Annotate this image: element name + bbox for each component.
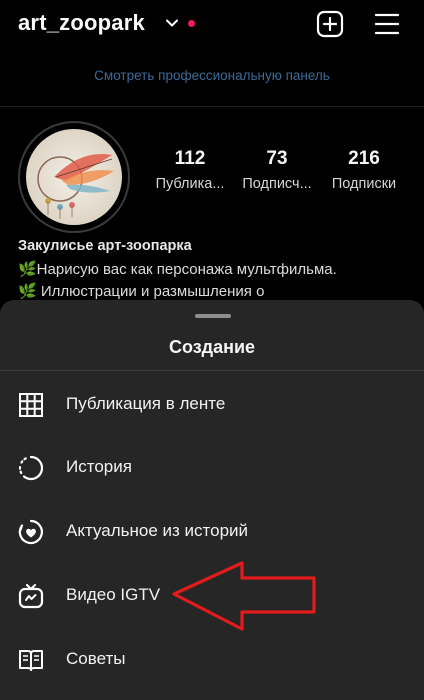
menu-item-label: Советы — [66, 649, 126, 668]
menu-item-feed-post[interactable]: Публикация в ленте — [0, 374, 424, 434]
grid-icon — [19, 393, 43, 417]
bio-name: Закулисье арт-зоопарка — [18, 238, 192, 254]
stat-posts[interactable]: 112 Публика... — [150, 148, 230, 192]
plus-square-icon[interactable] — [316, 10, 344, 38]
menu-item-highlights[interactable]: Актуальное из историй — [0, 501, 424, 561]
igtv-icon — [18, 583, 44, 609]
divider — [0, 106, 424, 107]
avatar[interactable] — [18, 121, 130, 233]
stat-following[interactable]: 216 Подписки — [322, 148, 406, 192]
menu-item-label: Публикация в ленте — [66, 394, 226, 413]
stat-following-label: Подписки — [331, 176, 397, 192]
notification-dot — [188, 20, 195, 27]
guide-book-icon — [19, 650, 43, 671]
story-circle-icon — [18, 455, 44, 481]
menu-item-label: Актуальное из историй — [66, 521, 249, 540]
stat-posts-label: Публика... — [155, 176, 225, 192]
menu-item-guides[interactable]: Советы — [0, 629, 424, 689]
create-bottom-sheet: Создание Публикация в ленте История Акту… — [0, 300, 424, 700]
annotation-arrow — [172, 561, 316, 631]
stat-followers-label: Подписч... — [242, 176, 312, 192]
highlight-heart-icon — [18, 519, 43, 545]
hamburger-menu-icon[interactable] — [373, 10, 401, 38]
profile-username[interactable]: art_zoopark — [18, 10, 145, 36]
stat-followers-value: 73 — [266, 148, 288, 169]
menu-item-label: История — [66, 457, 132, 476]
menu-item-label: Видео IGTV — [66, 585, 161, 604]
bio-line: 🌿Нарисую вас как персонажа мультфильма. — [18, 261, 337, 278]
divider — [0, 370, 424, 371]
chevron-down-icon[interactable] — [165, 16, 179, 30]
professional-dashboard-link[interactable]: Смотреть профессиональную панель — [0, 68, 424, 83]
avatar-image — [26, 129, 122, 225]
stat-following-value: 216 — [348, 148, 380, 169]
bio-line: 🌿 Иллюстрации и размышления о — [18, 283, 265, 300]
sheet-title: Создание — [168, 337, 256, 357]
stat-posts-value: 112 — [174, 148, 206, 169]
sheet-grabber[interactable] — [195, 314, 231, 318]
menu-item-story[interactable]: История — [0, 437, 424, 497]
top-bar: art_zoopark — [0, 0, 424, 48]
stat-followers[interactable]: 73 Подписч... — [236, 148, 318, 192]
